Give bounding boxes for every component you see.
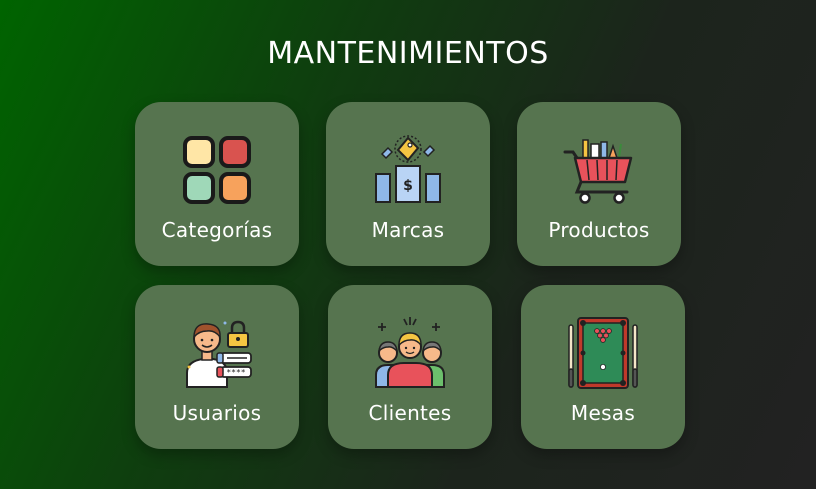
svg-text:****: **** bbox=[226, 368, 245, 377]
mesas-card[interactable]: Mesas bbox=[521, 285, 685, 449]
productos-card[interactable]: Productos bbox=[517, 102, 681, 266]
categorias-label: Categorías bbox=[161, 218, 273, 242]
usuarios-card[interactable]: **** Usuarios bbox=[135, 285, 299, 449]
svg-text:$: $ bbox=[403, 178, 413, 194]
billiard-table-icon bbox=[567, 317, 639, 389]
user-password-icon: **** bbox=[181, 317, 253, 389]
categorias-card[interactable]: Categorías bbox=[135, 102, 299, 266]
usuarios-label: Usuarios bbox=[172, 401, 262, 425]
marcas-label: Marcas bbox=[371, 218, 445, 242]
clientes-label: Clientes bbox=[368, 401, 452, 425]
categories-grid-icon bbox=[181, 134, 253, 206]
brand-tags-icon: $ bbox=[372, 134, 444, 206]
shopping-cart-icon bbox=[563, 134, 635, 206]
clientes-card[interactable]: Clientes bbox=[328, 285, 492, 449]
mesas-label: Mesas bbox=[570, 401, 636, 425]
productos-label: Productos bbox=[548, 218, 650, 242]
page-title: MANTENIMIENTOS bbox=[267, 36, 549, 71]
customers-group-icon bbox=[374, 317, 446, 389]
marcas-card[interactable]: $ Marcas bbox=[326, 102, 490, 266]
